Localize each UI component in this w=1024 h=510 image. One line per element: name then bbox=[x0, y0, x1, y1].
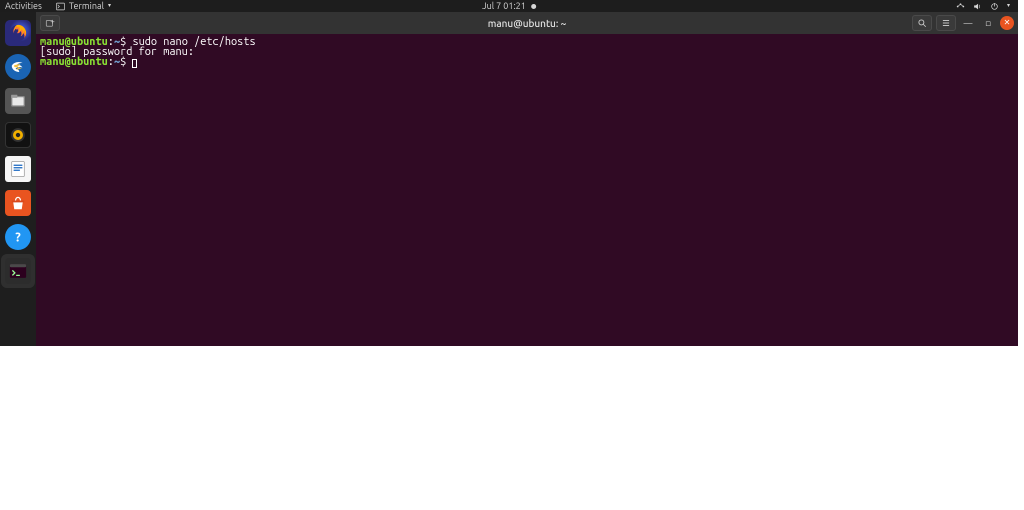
shopping-bag-icon bbox=[8, 193, 28, 213]
gnome-top-bar: Activities Terminal ▾ Jul 7 01:21 bbox=[0, 0, 1018, 12]
clock[interactable]: Jul 7 01:21 bbox=[482, 0, 536, 12]
desktop: Activities Terminal ▾ Jul 7 01:21 bbox=[0, 0, 1018, 346]
dock-item-firefox[interactable] bbox=[5, 20, 31, 46]
header-bar: manu@ubuntu: ~ — ▫ bbox=[36, 12, 1018, 34]
dock-item-files[interactable] bbox=[5, 88, 31, 114]
speaker-icon bbox=[8, 125, 28, 145]
close-button[interactable]: ✕ bbox=[1000, 16, 1014, 30]
terminal-icon bbox=[56, 2, 65, 11]
hamburger-menu-button[interactable] bbox=[936, 15, 956, 31]
dock-item-thunderbird[interactable] bbox=[5, 54, 31, 80]
dock-item-help[interactable]: ? bbox=[5, 224, 31, 250]
terminal-viewport[interactable]: manu@ubuntu:~$ sudo nano /etc/hosts[sudo… bbox=[36, 34, 1018, 346]
chevron-down-icon: ▾ bbox=[1007, 0, 1010, 12]
terminal-line: manu@ubuntu:~$ bbox=[40, 57, 1014, 68]
maximize-button[interactable]: ▫ bbox=[980, 15, 996, 31]
firefox-icon bbox=[8, 23, 28, 43]
dock-item-rhythmbox[interactable] bbox=[5, 122, 31, 148]
terminal-line: [sudo] password for manu: bbox=[40, 47, 1014, 57]
clock-label: Jul 7 01:21 bbox=[482, 0, 526, 12]
thunderbird-icon bbox=[8, 57, 28, 77]
terminal-window: manu@ubuntu: ~ — ▫ bbox=[36, 12, 1018, 346]
dock: ? Terminal bbox=[0, 12, 36, 346]
search-icon bbox=[917, 18, 927, 28]
search-button[interactable] bbox=[912, 15, 932, 31]
network-icon bbox=[956, 2, 965, 11]
notification-dot-icon bbox=[531, 4, 536, 9]
tab-plus-icon bbox=[45, 18, 55, 28]
new-tab-button[interactable] bbox=[40, 15, 60, 31]
cursor bbox=[132, 59, 137, 68]
app-menu[interactable]: Terminal ▾ bbox=[56, 0, 111, 12]
system-status-area[interactable]: ▾ bbox=[956, 0, 1018, 12]
maximize-icon: ▫ bbox=[985, 18, 991, 29]
close-icon: ✕ bbox=[1004, 18, 1011, 27]
power-icon bbox=[990, 2, 999, 11]
prompt-user: manu@ubuntu bbox=[40, 56, 108, 68]
dock-item-ubuntu-software[interactable] bbox=[5, 190, 31, 216]
svg-text:?: ? bbox=[15, 230, 21, 244]
dock-item-libreoffice-writer[interactable] bbox=[5, 156, 31, 182]
minimize-button[interactable]: — bbox=[960, 15, 976, 31]
volume-icon bbox=[973, 2, 982, 11]
terminal-icon bbox=[8, 261, 28, 281]
files-icon bbox=[8, 91, 28, 111]
document-icon bbox=[8, 159, 28, 179]
help-icon: ? bbox=[8, 227, 28, 247]
app-menu-label: Terminal bbox=[69, 0, 104, 12]
window-title: manu@ubuntu: ~ bbox=[488, 18, 567, 29]
activities-button[interactable]: Activities bbox=[5, 0, 42, 12]
chevron-down-icon: ▾ bbox=[108, 0, 111, 12]
minimize-icon: — bbox=[964, 18, 973, 28]
dock-item-terminal[interactable]: Terminal bbox=[5, 258, 31, 284]
hamburger-icon bbox=[941, 18, 951, 28]
